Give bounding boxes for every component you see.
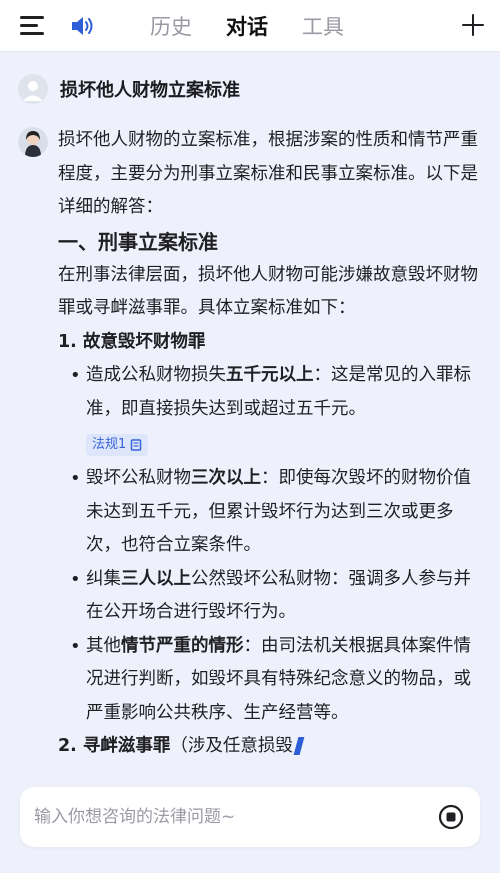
bullet-bold: 三人以上 (121, 568, 191, 589)
list-item-title: 1. 故意毁坏财物罪 (58, 331, 206, 352)
user-question-text: 损坏他人财物立案标准 (60, 80, 240, 101)
chat-input-bar (20, 787, 480, 847)
tab-bar: 历史 对话 工具 (150, 0, 344, 52)
user-avatar-icon (23, 81, 43, 101)
bullet-bold: 五千元以上 (226, 365, 314, 385)
tab-tools[interactable]: 工具 (302, 11, 344, 41)
section-intro: 在刑事法律层面，损坏他人财物可能涉嫌故意毁坏财物罪或寻衅滋事罪。具体立案标准如下… (58, 264, 478, 319)
question-input[interactable] (34, 802, 414, 832)
list-item: 造成公私财物损失五千元以上：这是常见的入罪标准，即直接损失达到或超过五千元。 法… (66, 359, 478, 462)
bullet-bold: 三次以上 (191, 468, 261, 488)
list-item-title-2: 2. 寻衅滋事罪（涉及任意损毁 (58, 730, 478, 764)
law-chip-label: 法规1 (92, 437, 127, 452)
book-icon (131, 439, 142, 451)
typing-cursor (293, 737, 305, 755)
tab-history[interactable]: 历史 (150, 11, 192, 41)
user-message: 损坏他人财物立案标准 (18, 74, 240, 104)
assistant-avatar (18, 127, 48, 157)
list-item: 纠集三人以上公然毁坏公私财物：强调多人参与并在公开场合进行毁坏行为。 (66, 563, 478, 630)
bullet-bold: 情节严重的情形 (121, 635, 244, 656)
bullet-text: 毁坏公私财物 (86, 468, 191, 488)
bullet-text: 造成公私财物损失 (86, 365, 226, 385)
law-reference-chip[interactable]: 法规1 (86, 434, 149, 456)
menu-icon[interactable] (20, 16, 44, 36)
avatar (18, 74, 48, 104)
speaker-icon[interactable] (70, 14, 96, 38)
answer-intro: 损坏他人财物的立案标准，根据涉案的性质和情节严重程度，主要分为刑事立案标准和民事… (58, 130, 478, 217)
list-item: 毁坏公私财物三次以上：即使每次毁坏的财物价值未达到五千元，但累计毁坏行为达到三次… (66, 462, 478, 563)
list-item: 其他情节严重的情形：由司法机关根据具体案件情况进行判断，如毁坏具有特殊纪念意义的… (66, 630, 478, 731)
item2-title: 2. 寻衅滋事罪 (58, 736, 171, 756)
bullet-text: 纠集 (86, 568, 121, 589)
tab-chat[interactable]: 对话 (226, 11, 268, 41)
stop-icon[interactable] (438, 804, 464, 830)
bullet-text: 其他 (86, 635, 121, 656)
section-heading: 一、刑事立案标准 (58, 229, 218, 254)
top-bar: 历史 对话 工具 (0, 0, 500, 52)
assistant-answer: 损坏他人财物的立案标准，根据涉案的性质和情节严重程度，主要分为刑事立案标准和民事… (58, 124, 478, 764)
bullet-list: 造成公私财物损失五千元以上：这是常见的入罪标准，即直接损失达到或超过五千元。 法… (66, 359, 478, 730)
item2-tail: （涉及任意损毁 (170, 736, 293, 756)
plus-icon[interactable] (462, 14, 484, 36)
